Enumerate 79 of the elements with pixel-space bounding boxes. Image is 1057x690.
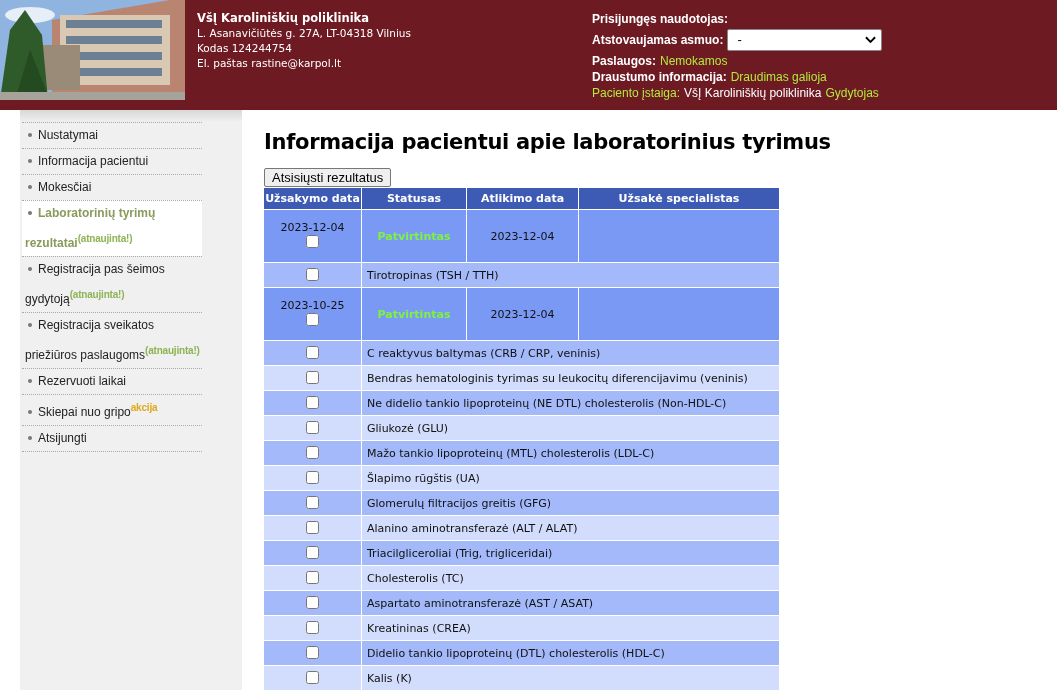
role-value: Gydytojas bbox=[825, 85, 879, 101]
test-name-cell: Aspartato aminotransferazė (AST / ASAT) bbox=[362, 591, 779, 615]
status-cell: Patvirtintas bbox=[362, 288, 466, 340]
test-name-cell: Triacilgliceroliai (Trig, trigliceridai) bbox=[362, 541, 779, 565]
sidebar-item[interactable]: Skiepai nuo gripo$^{akcija}$ bbox=[22, 394, 202, 425]
bullet-icon bbox=[28, 184, 32, 189]
update-note: akcija bbox=[130, 402, 158, 413]
test-name-cell: Glomerulų filtracijos greitis (GFG) bbox=[362, 491, 779, 515]
organization-name: VšĮ Karoliniškių poliklinika bbox=[197, 11, 370, 26]
bullet-icon bbox=[28, 158, 32, 163]
test-name-cell: Alanino aminotransferazė (ALT / ALAT) bbox=[362, 516, 779, 540]
bullet-icon bbox=[28, 435, 32, 440]
table-cell: 2023-12-04 bbox=[264, 210, 361, 262]
test-name-cell: Mažo tankio lipoproteinų (MTL) cholesterolis (LDL-C) bbox=[362, 441, 779, 465]
update-note: (atnaujinta!) bbox=[77, 233, 133, 244]
test-name-cell: Tirotropinas (TSH / TTH) bbox=[362, 263, 779, 287]
test-checkbox[interactable] bbox=[305, 670, 319, 684]
test-checkbox[interactable] bbox=[305, 345, 319, 359]
test-checkbox[interactable] bbox=[305, 495, 319, 509]
institution-value: VšĮ Karoliniškių poliklinika bbox=[684, 85, 822, 101]
chevron-down-icon bbox=[865, 36, 877, 44]
test-name-cell: Šlapimo rūgštis (UA) bbox=[362, 466, 779, 490]
update-note: (atnaujinta!) bbox=[69, 289, 125, 300]
row-checkbox[interactable] bbox=[306, 235, 319, 248]
sidebar-item[interactable]: Registracija sveikatos priežiūros paslaugoms$^{(atnaujinta!)}$ bbox=[22, 312, 202, 368]
test-name-cell: Cholesterolis (TC) bbox=[362, 566, 779, 590]
status-cell: Patvirtintas bbox=[362, 210, 466, 262]
test-name-cell: Kreatininas (CREA) bbox=[362, 616, 779, 640]
bullet-icon bbox=[28, 132, 32, 137]
sidebar-item[interactable]: Rezervuoti laikai bbox=[22, 368, 202, 394]
update-note: (atnaujinta!) bbox=[145, 345, 200, 356]
test-checkbox[interactable] bbox=[305, 395, 319, 409]
services-value: Nemokamos bbox=[660, 53, 728, 69]
bullet-icon bbox=[28, 322, 32, 327]
test-checkbox[interactable] bbox=[305, 520, 319, 534]
test-name-cell: Kalis (K) bbox=[362, 666, 779, 690]
sidebar-item[interactable]: Atsijungti bbox=[22, 425, 202, 452]
column-header: Užsakė specialistas bbox=[579, 188, 779, 209]
email-text: El. paštas rastine@karpol.lt bbox=[197, 56, 343, 71]
test-name-cell: Ne didelio tankio lipoproteinų (NE DTL) cholesterolis (Non-HDL-C) bbox=[362, 391, 779, 415]
test-name-cell: Bendras hematologinis tyrimas su leukocitų diferencijavimu (veninis) bbox=[362, 366, 779, 390]
table-cell: 2023-12-04 bbox=[467, 210, 578, 262]
table-cell: 2023-10-25 bbox=[264, 288, 361, 340]
bullet-icon bbox=[28, 378, 32, 383]
sidebar-item[interactable]: Nustatymai bbox=[22, 122, 202, 148]
column-header: Statusas bbox=[362, 188, 466, 209]
download-button[interactable]: Atsisiųsti rezultatus bbox=[264, 168, 392, 187]
test-checkbox[interactable] bbox=[305, 620, 319, 634]
user-label: Prisijungęs naudotojas: bbox=[592, 11, 730, 27]
test-name-cell: Gliukozė (GLU) bbox=[362, 416, 779, 440]
test-name-cell: C reaktyvus baltymas (CRB / CRP, veninis) bbox=[362, 341, 779, 365]
sidebar-item[interactable]: Informacija pacientui bbox=[22, 148, 202, 174]
column-header: Užsakymo data bbox=[264, 188, 361, 209]
code-text: Kodas 124244754 bbox=[197, 41, 293, 56]
representative-select[interactable]: - bbox=[727, 29, 883, 51]
test-checkbox[interactable] bbox=[305, 267, 319, 281]
bullet-icon bbox=[28, 409, 32, 414]
address-text: L. Asanavičiūtės g. 27A, LT-04318 Vilnius bbox=[197, 26, 412, 41]
bullet-icon bbox=[28, 266, 32, 271]
column-header: Atlikimo data bbox=[467, 188, 578, 209]
test-checkbox[interactable] bbox=[305, 645, 319, 659]
representative-label: Atstovaujamas asmuo: bbox=[592, 32, 724, 48]
test-checkbox[interactable] bbox=[305, 420, 319, 434]
test-checkbox[interactable] bbox=[305, 445, 319, 459]
test-checkbox[interactable] bbox=[305, 595, 319, 609]
test-name-cell: Didelio tankio lipoproteinų (DTL) cholesterolis (HDL-C) bbox=[362, 641, 779, 665]
table-cell: 2023-12-04 bbox=[467, 288, 578, 340]
insurance-value: Draudimas galioja bbox=[730, 69, 827, 85]
page-title: Informacija pacientui apie laboratorinius tyrimus bbox=[264, 130, 831, 154]
services-label: Paslaugos: bbox=[592, 53, 657, 69]
test-checkbox[interactable] bbox=[305, 470, 319, 484]
institution-label: Paciento įstaiga: bbox=[592, 85, 681, 101]
test-checkbox[interactable] bbox=[305, 545, 319, 559]
test-checkbox[interactable] bbox=[305, 570, 319, 584]
insurance-label: Draustumo informacija: bbox=[592, 69, 727, 85]
bullet-icon bbox=[28, 210, 32, 215]
test-checkbox[interactable] bbox=[305, 370, 319, 384]
row-checkbox[interactable] bbox=[306, 313, 319, 326]
sidebar-item[interactable]: Registracija pas šeimos gydytoją$^{(atnaujinta!)}$ bbox=[22, 256, 202, 312]
